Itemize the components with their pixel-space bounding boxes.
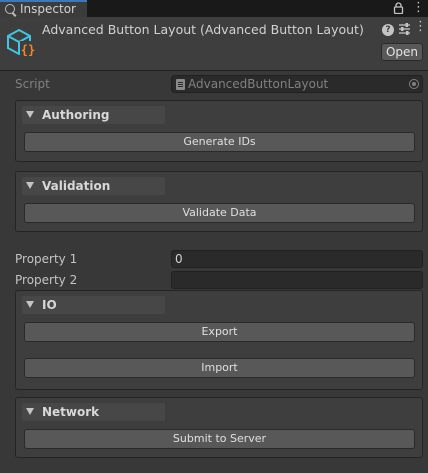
validate-data-button[interactable]: Validate Data bbox=[24, 203, 415, 223]
generate-ids-button[interactable]: Generate IDs bbox=[24, 132, 415, 152]
foldout-arrow-icon bbox=[26, 182, 34, 189]
script-field[interactable]: AdvancedButtonLayout bbox=[171, 75, 423, 93]
property-1-field[interactable]: 0 bbox=[171, 250, 423, 268]
group-network-header[interactable]: Network bbox=[22, 403, 165, 421]
export-button[interactable]: Export bbox=[24, 322, 415, 342]
inspector-title: Advanced Button Layout (Advanced Button … bbox=[42, 22, 364, 37]
group-title: Validation bbox=[42, 179, 111, 193]
script-label: Script bbox=[15, 77, 50, 91]
tab-label: Inspector bbox=[20, 2, 76, 16]
object-picker-icon[interactable] bbox=[409, 79, 419, 89]
presets-icon[interactable] bbox=[398, 22, 411, 36]
property-2-field[interactable] bbox=[171, 271, 423, 289]
group-network: Network Submit to Server bbox=[15, 397, 423, 458]
inspector-header: {} Advanced Button Layout (Advanced Butt… bbox=[0, 17, 428, 71]
group-authoring-header[interactable]: Authoring bbox=[22, 106, 165, 124]
group-io: IO Export Import bbox=[15, 290, 423, 390]
lock-icon[interactable] bbox=[393, 2, 404, 14]
svg-text:{}: {} bbox=[21, 43, 35, 57]
open-button[interactable]: Open bbox=[381, 43, 423, 61]
submit-to-server-button[interactable]: Submit to Server bbox=[24, 429, 415, 449]
foldout-arrow-icon bbox=[26, 408, 34, 415]
group-title: Authoring bbox=[42, 108, 110, 122]
tab-bar: Inspector ⋮ bbox=[0, 0, 428, 17]
import-button[interactable]: Import bbox=[24, 358, 415, 378]
foldout-arrow-icon bbox=[26, 301, 34, 308]
tab-inspector[interactable]: Inspector bbox=[0, 0, 87, 17]
script-asset-icon: {} bbox=[7, 28, 36, 57]
group-validation: Validation Validate Data bbox=[15, 171, 423, 232]
script-value: AdvancedButtonLayout bbox=[188, 77, 329, 91]
foldout-arrow-icon bbox=[26, 111, 34, 118]
group-title: Network bbox=[42, 405, 100, 419]
property-1-label: Property 1 bbox=[15, 252, 78, 266]
tab-menu-icon[interactable]: ⋮ bbox=[412, 1, 425, 15]
group-title: IO bbox=[42, 298, 57, 312]
help-icon[interactable]: ? bbox=[382, 24, 394, 36]
group-validation-header[interactable]: Validation bbox=[22, 177, 165, 195]
context-menu-icon[interactable]: ⋮ bbox=[414, 20, 427, 34]
property-2-label: Property 2 bbox=[15, 273, 78, 287]
group-authoring: Authoring Generate IDs bbox=[15, 100, 423, 162]
script-file-icon bbox=[176, 79, 185, 90]
inspector-icon bbox=[5, 4, 15, 14]
group-io-header[interactable]: IO bbox=[22, 296, 165, 314]
